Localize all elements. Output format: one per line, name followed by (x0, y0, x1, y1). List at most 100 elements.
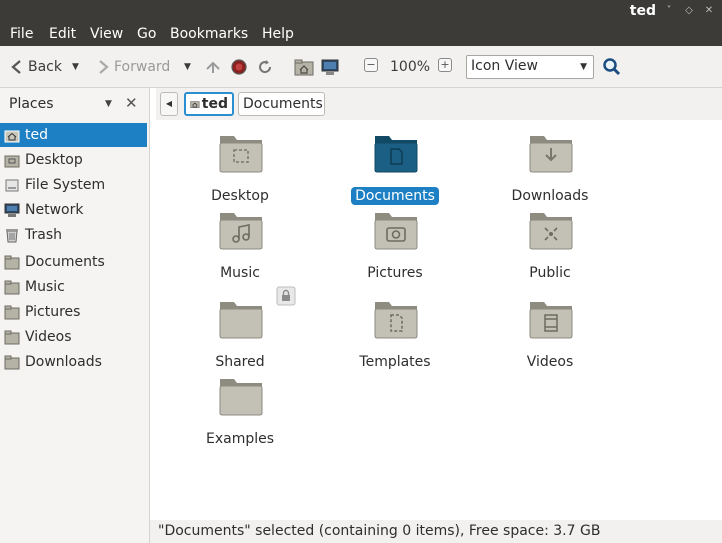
home-button[interactable] (294, 56, 314, 78)
file-item-label: Public (529, 265, 571, 281)
music-folder-icon (219, 213, 263, 250)
file-item-label: Videos (526, 354, 574, 370)
sidebar-item-downloads[interactable]: Downloads (0, 350, 147, 374)
folder-icon (4, 305, 20, 320)
home-folder-icon (190, 101, 200, 108)
sidebar-item-file-system[interactable]: File System (0, 173, 147, 197)
downloads-folder-icon (529, 136, 573, 173)
folder-icon (4, 355, 20, 370)
window-title: ted (629, 3, 656, 19)
sidebar-item-pictures[interactable]: Pictures (0, 300, 147, 324)
sidebar-item-network[interactable]: Network (0, 198, 147, 222)
sidebar-item-label: Trash (25, 227, 62, 243)
menu-help[interactable]: Help (262, 26, 294, 42)
zoom-in-button[interactable]: + (438, 58, 452, 72)
up-arrow-icon (206, 61, 220, 73)
menu-bookmarks[interactable]: Bookmarks (170, 26, 248, 42)
toolbar: Back ▼ Forward ▼ − 100% + (0, 46, 722, 88)
computer-icon (321, 59, 339, 75)
sidebar-item-label: Downloads (25, 354, 102, 370)
status-text: "Documents" selected (containing 0 items… (158, 523, 601, 539)
sidebar-item-videos[interactable]: Videos (0, 325, 147, 349)
templates-folder-icon (374, 302, 418, 339)
menu-edit[interactable]: Edit (49, 26, 76, 42)
sidebar-item-label: Network (25, 202, 84, 218)
shared-folder-icon (219, 302, 263, 339)
file-item-templates[interactable]: Templates (335, 298, 455, 374)
menu-view[interactable]: View (90, 26, 123, 42)
file-item-examples[interactable]: Examples (180, 375, 300, 451)
back-button[interactable]: Back (8, 56, 62, 78)
reload-button[interactable] (256, 56, 274, 78)
sidebar-item-trash[interactable]: Trash (0, 223, 147, 247)
search-button[interactable] (602, 56, 622, 78)
search-icon (603, 58, 621, 76)
minimize-icon[interactable]: ˅ (662, 4, 676, 18)
location-back-arrow-icon[interactable]: ◀ (160, 92, 178, 116)
menu-go[interactable]: Go (137, 26, 156, 42)
close-window-icon[interactable]: ✕ (702, 4, 716, 18)
status-bar: "Documents" selected (containing 0 items… (150, 520, 722, 543)
title-bar: ted ˅ ◇ ✕ (0, 0, 722, 24)
zoom-out-button[interactable]: − (364, 58, 378, 72)
file-item-shared[interactable]: Shared (180, 286, 300, 374)
lock-icon (276, 286, 296, 306)
sidebar-dropdown-icon[interactable]: ▼ (105, 99, 112, 109)
file-item-label: Examples (205, 431, 275, 447)
file-item-label: Shared (215, 354, 265, 370)
sidebar-header: Places ▼ ✕ (0, 88, 150, 120)
stop-button[interactable] (230, 56, 248, 78)
stop-icon (231, 59, 247, 75)
file-item-label: Pictures (367, 265, 423, 281)
up-button[interactable] (204, 56, 222, 78)
file-item-pictures[interactable]: Pictures (335, 209, 455, 285)
file-item-label: Desktop (211, 188, 269, 204)
desktop-folder-icon (219, 136, 263, 173)
sidebar-item-music[interactable]: Music (0, 275, 147, 299)
sidebar-close-icon[interactable]: ✕ (125, 94, 138, 112)
desktop-folder-icon (4, 155, 20, 168)
pictures-folder-icon (374, 213, 418, 250)
file-item-label: Documents (351, 187, 439, 205)
file-item-videos[interactable]: Videos (490, 298, 610, 374)
file-item-label: Templates (359, 354, 431, 370)
sidebar-item-desktop[interactable]: Desktop (0, 148, 147, 172)
file-item-desktop[interactable]: Desktop (180, 132, 300, 208)
folder-icon (4, 330, 20, 345)
sidebar-item-ted[interactable]: ted (0, 123, 147, 147)
view-mode-select[interactable]: Icon View ▼ (466, 55, 594, 79)
documents-folder-icon (374, 136, 418, 173)
breadcrumb-ted[interactable]: ted (184, 92, 234, 116)
back-arrow-icon (11, 60, 21, 74)
drive-icon (5, 179, 19, 192)
file-item-label: Downloads (511, 188, 589, 204)
home-folder-icon (294, 59, 314, 76)
menu-file[interactable]: File (10, 26, 33, 42)
breadcrumb-label: ted (201, 96, 228, 112)
sidebar-item-label: Videos (25, 329, 72, 345)
maximize-icon[interactable]: ◇ (682, 4, 696, 18)
file-item-documents[interactable]: Documents (335, 132, 455, 208)
trash-icon (6, 229, 18, 243)
sidebar-item-label: ted (25, 127, 48, 143)
back-history-dropdown[interactable]: ▼ (72, 56, 79, 78)
folder-icon (219, 379, 263, 416)
file-item-downloads[interactable]: Downloads (490, 132, 610, 208)
forward-label: Forward (114, 59, 171, 75)
breadcrumb-documents[interactable]: Documents (238, 92, 325, 116)
sidebar-item-label: Documents (25, 254, 105, 270)
back-label: Back (28, 59, 62, 75)
file-item-label: Music (220, 265, 260, 281)
computer-button[interactable] (320, 56, 340, 78)
places-sidebar: Places ▼ ✕ ted Desktop File System Netwo… (0, 88, 150, 543)
breadcrumb-label: Documents (243, 96, 323, 112)
file-item-music[interactable]: Music (180, 209, 300, 285)
reload-icon (259, 60, 272, 74)
forward-history-dropdown[interactable]: ▼ (184, 56, 191, 78)
file-item-public[interactable]: Public (490, 209, 610, 285)
sidebar-item-documents[interactable]: Documents (0, 250, 147, 274)
icon-view: Desktop Documents Downloads Music Pictur… (156, 120, 722, 520)
forward-button[interactable]: Forward (94, 56, 170, 78)
sidebar-title: Places (9, 96, 54, 112)
sidebar-item-label: File System (25, 177, 106, 193)
